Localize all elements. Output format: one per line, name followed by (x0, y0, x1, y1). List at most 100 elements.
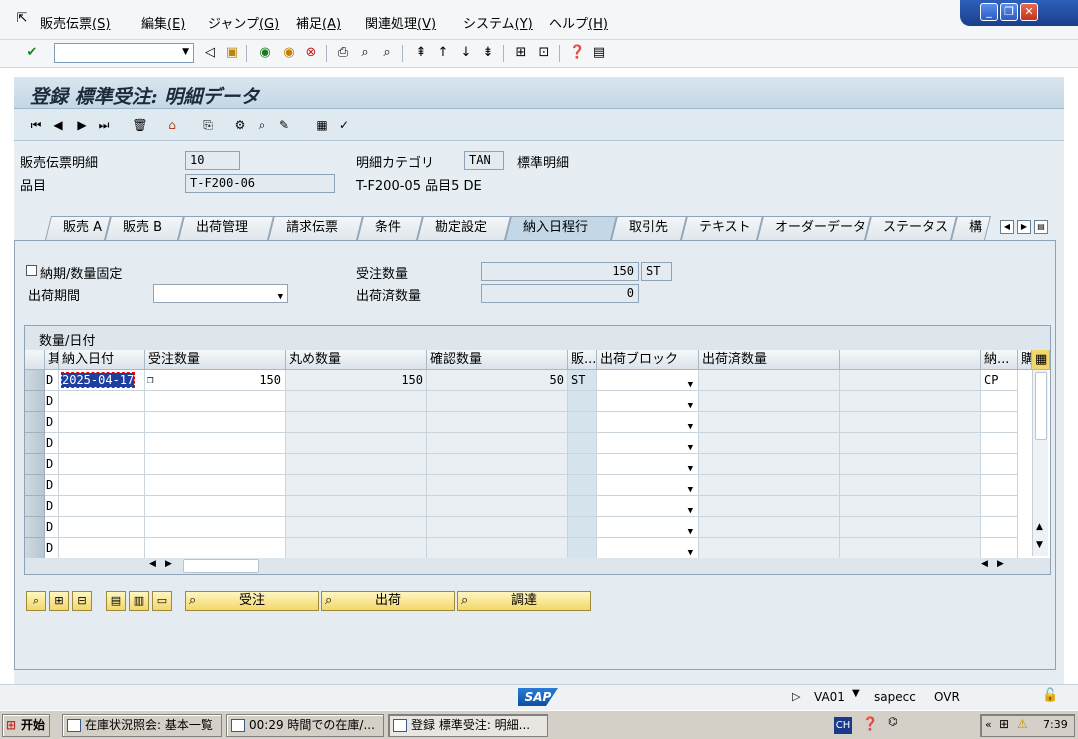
menu-exit-icon[interactable]: ⇱ (14, 11, 30, 27)
row-selector[interactable] (25, 370, 45, 391)
find-next-icon[interactable]: ⌕ (379, 45, 395, 61)
new-session-icon[interactable]: ⊞ (513, 45, 529, 61)
binoculars-icon[interactable]: ⌕ (254, 117, 270, 133)
first-item-icon[interactable]: ⏮ (28, 117, 44, 133)
table-cell[interactable] (59, 496, 145, 517)
scroll-up-icon[interactable]: ▲ (1036, 522, 1043, 532)
table-cell[interactable] (145, 538, 286, 558)
layout-menu-icon[interactable]: ▤ (591, 45, 607, 61)
menu-help[interactable]: ヘルプ(H) (549, 13, 608, 32)
hscroll-thumb[interactable] (183, 559, 259, 573)
delete-row-button[interactable]: ⊟ (72, 591, 92, 611)
table-cell[interactable] (59, 475, 145, 496)
copy-icon[interactable]: ❐ (147, 370, 154, 390)
menu-extras[interactable]: 補足(A) (296, 13, 341, 32)
procurement-button[interactable]: ⌕ 調達 (457, 591, 591, 611)
shipping-button[interactable]: ⌕ 出荷 (321, 591, 455, 611)
table-cell[interactable] (145, 517, 286, 538)
horizontal-scrollbar[interactable]: ◀ ▶ ▶ ◀ (145, 558, 1015, 574)
menu-edit[interactable]: 編集(E) (141, 13, 185, 32)
table-row-date[interactable]: 2025-04-17 (59, 370, 145, 391)
table-cell[interactable] (59, 517, 145, 538)
shortcut-icon[interactable]: ⊡ (536, 45, 552, 61)
previous-item-icon[interactable]: ◀ (50, 117, 66, 133)
help-icon[interactable]: ❓ (569, 45, 585, 61)
tab-list-icon[interactable]: ▤ (1034, 220, 1048, 234)
menu-environment[interactable]: 関連処理(V) (365, 13, 436, 32)
table-cell[interactable]: ▼ (597, 391, 699, 412)
tab-schedule-lines[interactable]: 納入日程行 (505, 216, 617, 240)
table-cell[interactable] (145, 454, 286, 475)
save-icon[interactable]: ▣ (224, 45, 240, 61)
chevron-down-icon[interactable]: ▼ (852, 688, 860, 699)
help-icon[interactable]: ❓ (862, 717, 878, 732)
tab-account-assignment[interactable]: 勘定設定 (417, 216, 511, 240)
col-header-rounded-qty[interactable]: 丸め数量 (286, 350, 427, 370)
delete-icon[interactable]: 🗑 (132, 117, 148, 133)
table-cell[interactable]: ▼ (597, 517, 699, 538)
table-cell[interactable] (59, 433, 145, 454)
order-button[interactable]: ⌕ 受注 (185, 591, 319, 611)
find-icon[interactable]: ⌕ (357, 45, 373, 61)
tab-shipping[interactable]: 出荷管理 (178, 216, 274, 240)
exit-icon[interactable]: ◉ (281, 45, 297, 61)
col-header-delivery-status[interactable]: 納... (981, 350, 1018, 370)
start-button[interactable]: ⊞ 开始 (2, 714, 50, 737)
col-header-blank[interactable] (840, 350, 981, 370)
last-item-icon[interactable]: ⏭ (96, 117, 112, 133)
tab-status[interactable]: ステータス (865, 216, 957, 240)
header-icon[interactable]: ⌂ (164, 117, 180, 133)
tab-sales-b[interactable]: 販売 B (105, 216, 184, 240)
check-icon[interactable]: ✓ (336, 117, 352, 133)
table-settings-icon[interactable]: ▦ (1032, 350, 1050, 370)
row-selector[interactable] (25, 433, 45, 454)
row-selector[interactable] (25, 475, 45, 496)
table-cell[interactable]: ▼ (597, 475, 699, 496)
menu-system[interactable]: システム(Y) (463, 13, 533, 32)
scrollbar-thumb[interactable] (1035, 372, 1047, 440)
task-inventory-overview[interactable]: 在庫状況照会: 基本一覧 (62, 714, 222, 737)
table-cell[interactable]: ▼ (597, 412, 699, 433)
status-toggle-icon[interactable]: ▷ (792, 690, 800, 703)
scroll-left-icon[interactable]: ◀ (981, 559, 988, 569)
table-cell[interactable]: ▼ (597, 538, 699, 558)
row-selector[interactable] (25, 517, 45, 538)
tab-partners[interactable]: 取引先 (611, 216, 687, 240)
tab-scroll-left-icon[interactable]: ◀ (1000, 220, 1014, 234)
tab-sales-a[interactable]: 販売 A (45, 216, 111, 240)
tab-scroll-right-icon[interactable]: ▶ (1017, 220, 1031, 234)
network-icon[interactable]: ⊞ (999, 717, 1009, 731)
header-select-all[interactable] (25, 350, 45, 370)
table-cell[interactable] (59, 538, 145, 558)
calculator-icon[interactable]: ▦ (314, 117, 330, 133)
command-field[interactable]: ▼ (54, 43, 194, 63)
tab-structure[interactable]: 構 (951, 216, 991, 240)
previous-page-icon[interactable]: ↑ (435, 45, 451, 61)
row-selector[interactable] (25, 496, 45, 517)
last-page-icon[interactable]: ⇟ (480, 45, 496, 61)
table-cell[interactable] (145, 433, 286, 454)
cancel-icon[interactable]: ⊗ (303, 45, 319, 61)
select-all-button[interactable]: ▤ (106, 591, 126, 611)
table-cell[interactable]: ▼ (597, 454, 699, 475)
row-selector[interactable] (25, 391, 45, 412)
scroll-left-icon[interactable]: ◀ (149, 559, 156, 569)
select-block-button[interactable]: ▥ (129, 591, 149, 611)
col-header-confirmed-qty[interactable]: 確認数量 (427, 350, 568, 370)
restore-icon[interactable]: ❐ (1000, 3, 1018, 21)
table-cell[interactable] (59, 412, 145, 433)
table-cell[interactable] (59, 454, 145, 475)
task-create-order[interactable]: 登録 標準受注: 明細... (388, 714, 548, 737)
table-cell[interactable] (59, 391, 145, 412)
back-icon[interactable]: ◉ (257, 45, 273, 61)
display-doc-flow-icon[interactable]: ⎘ (200, 117, 216, 133)
table-cell[interactable] (145, 391, 286, 412)
next-item-icon[interactable]: ▶ (74, 117, 90, 133)
first-page-icon[interactable]: ⇞ (413, 45, 429, 61)
close-icon[interactable]: ✕ (1020, 3, 1038, 21)
edit-icon[interactable]: ✎ (276, 117, 292, 133)
tab-texts[interactable]: テキスト (681, 216, 763, 240)
shipping-period-select[interactable]: ▼ (153, 284, 288, 303)
fixed-date-qty-checkbox[interactable] (26, 265, 37, 276)
col-header-order-qty[interactable]: 受注数量 (145, 350, 286, 370)
